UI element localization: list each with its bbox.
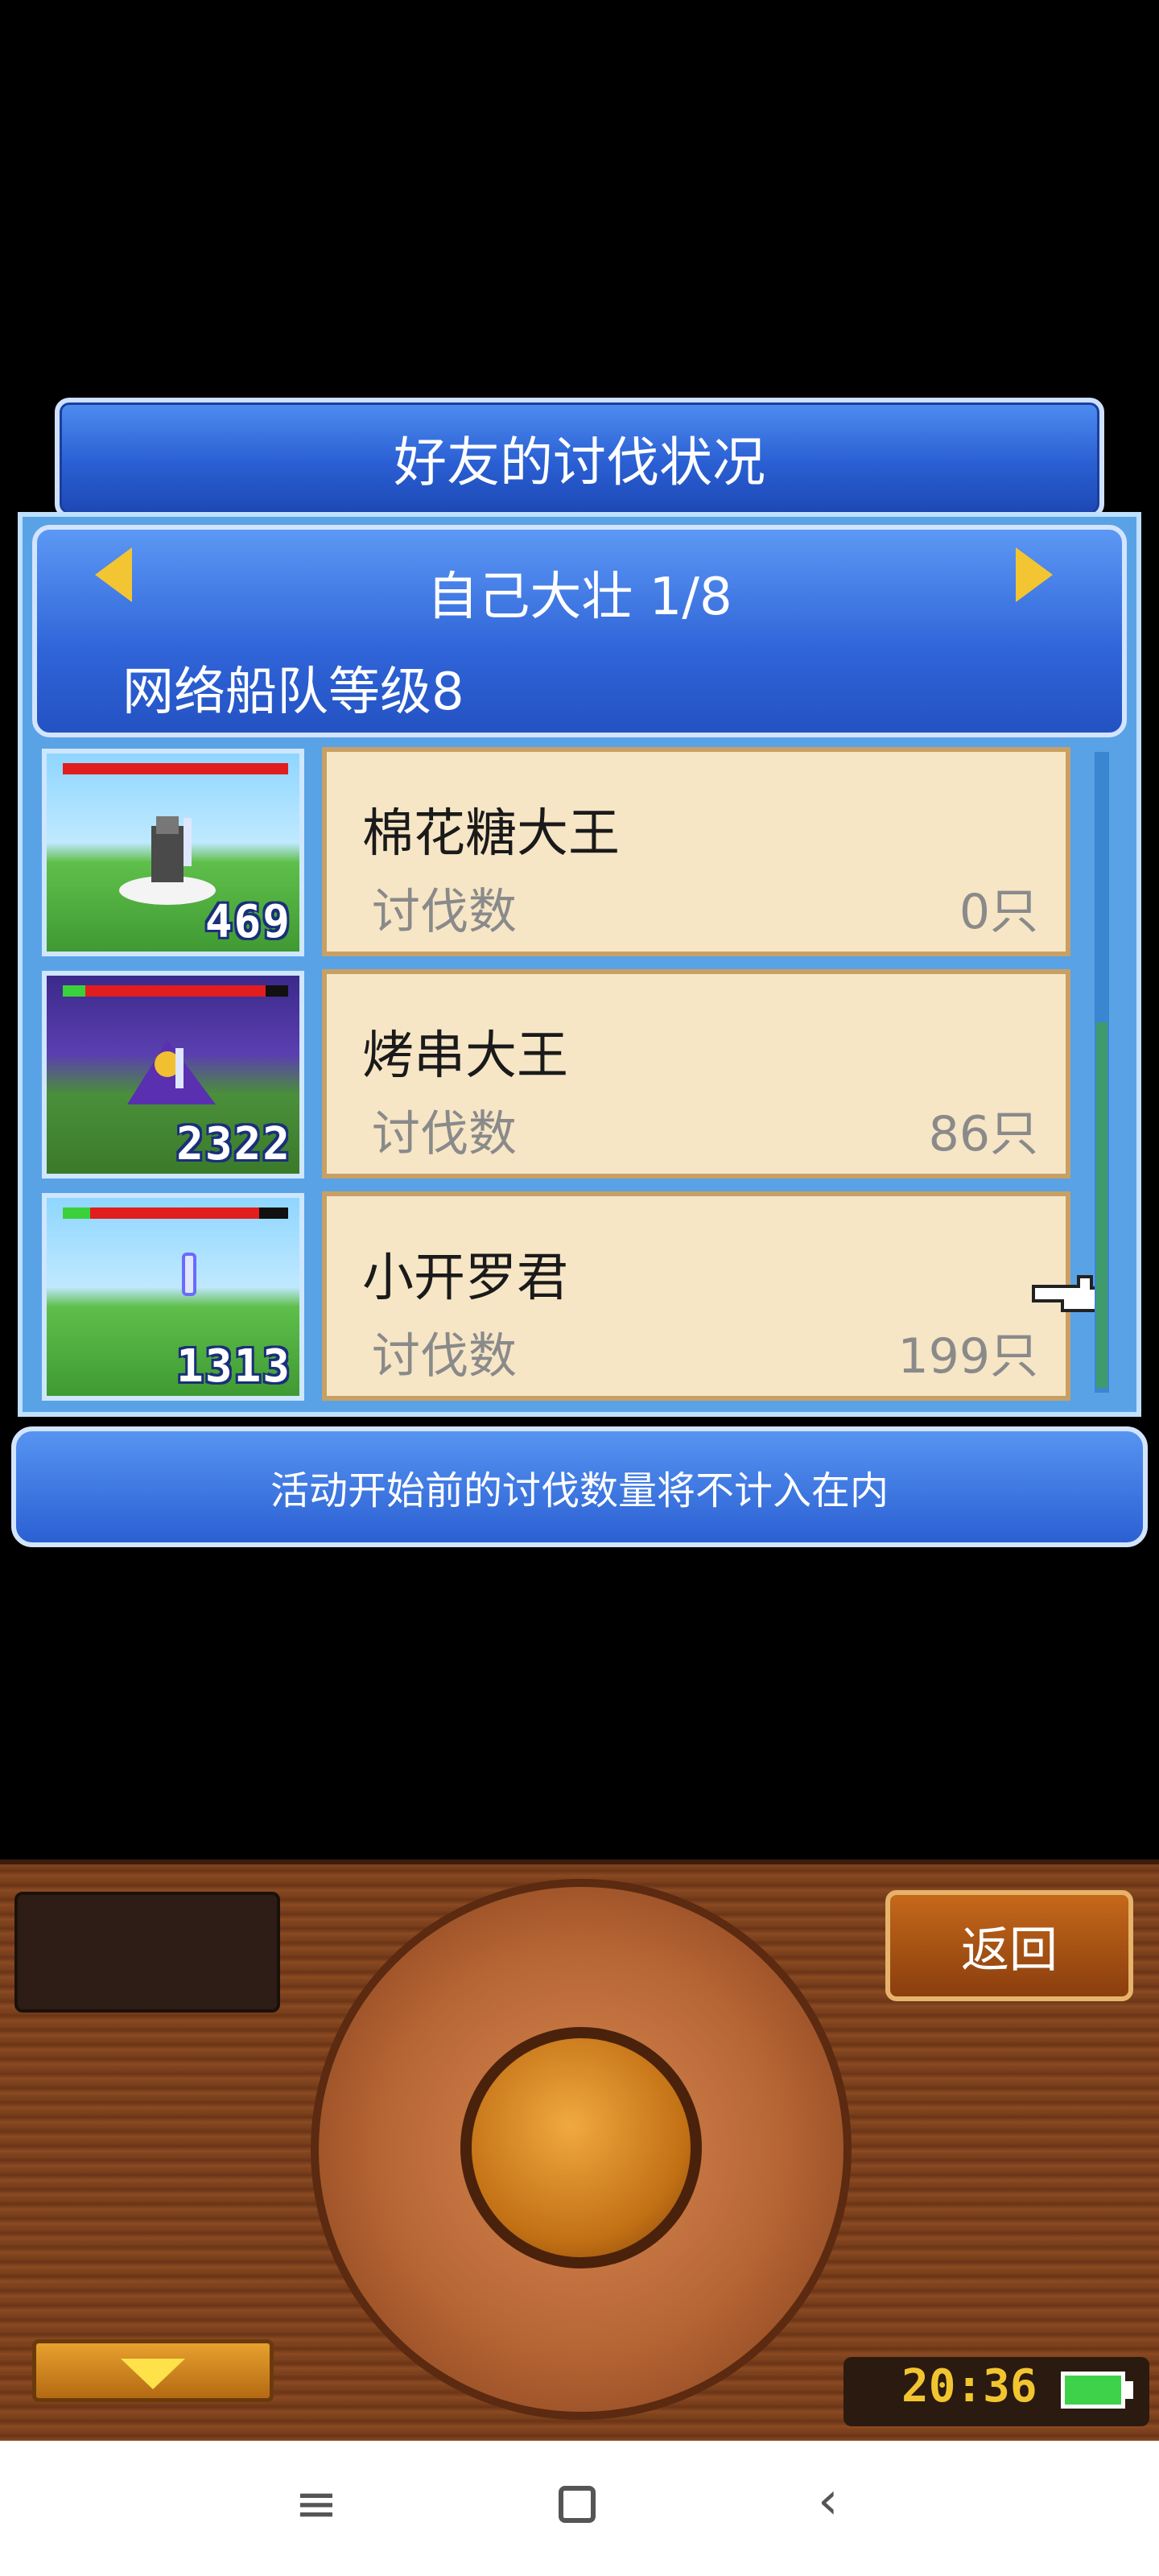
kill-count-label: 讨伐数 [372, 1106, 517, 1162]
friend-thumbnail[interactable]: 2322 [42, 971, 304, 1179]
level-number: 2322 [176, 1118, 291, 1170]
friend-name: 自己大壮 1/8 [427, 568, 732, 627]
battery-icon [1061, 2372, 1125, 2409]
kill-count-label: 讨伐数 [372, 884, 517, 940]
hp-bar [63, 1208, 288, 1219]
kill-count-value: 86只 [928, 1106, 1038, 1162]
chevron-down-icon [121, 2359, 185, 2389]
event-note: 活动开始前的讨伐数量将不计入在内 [11, 1426, 1148, 1547]
title-bar: 好友的讨伐状况 [55, 398, 1104, 518]
fleet-level: 网络船队等级8 [122, 663, 464, 722]
battery-tip [1125, 2381, 1133, 2399]
friend-card-name: 烤串大王 [362, 1026, 568, 1086]
friend-card[interactable]: 棉花糖大王 讨伐数 0只 [322, 747, 1070, 956]
kill-count-value: 0只 [959, 884, 1038, 940]
dpad-center-button[interactable] [460, 2027, 702, 2268]
friend-card-name: 棉花糖大王 [362, 804, 620, 864]
friend-card[interactable]: 烤串大王 讨伐数 86只 [322, 969, 1070, 1179]
empty-slot-sprite-icon [182, 1253, 196, 1296]
page-title: 好友的讨伐状况 [394, 431, 765, 493]
friend-thumbnail[interactable]: 469 [42, 749, 304, 956]
level-number: 1313 [176, 1340, 291, 1393]
scrollbar-thumb[interactable] [1096, 1022, 1107, 1388]
kill-count-value: 199只 [897, 1328, 1038, 1385]
hp-bar [63, 763, 288, 774]
back-button[interactable]: 返回 [885, 1890, 1133, 2001]
kill-count-label: 讨伐数 [372, 1328, 517, 1385]
friend-thumbnail[interactable]: 1313 [42, 1193, 304, 1401]
level-number: 469 [204, 896, 291, 948]
hp-bar [63, 985, 288, 997]
knight-sprite-icon [119, 816, 216, 905]
home-icon[interactable] [559, 2486, 596, 2523]
clock: 20:36 [901, 2360, 1037, 2413]
friend-card[interactable]: 小开罗君 讨伐数 199只 [322, 1191, 1070, 1401]
screen-slot [14, 1892, 280, 2013]
back-icon[interactable]: ‹ [818, 2471, 839, 2531]
wizard-sprite-icon [127, 1040, 216, 1104]
menu-icon[interactable]: ≡ [295, 2475, 338, 2534]
friend-card-name: 小开罗君 [362, 1249, 568, 1308]
